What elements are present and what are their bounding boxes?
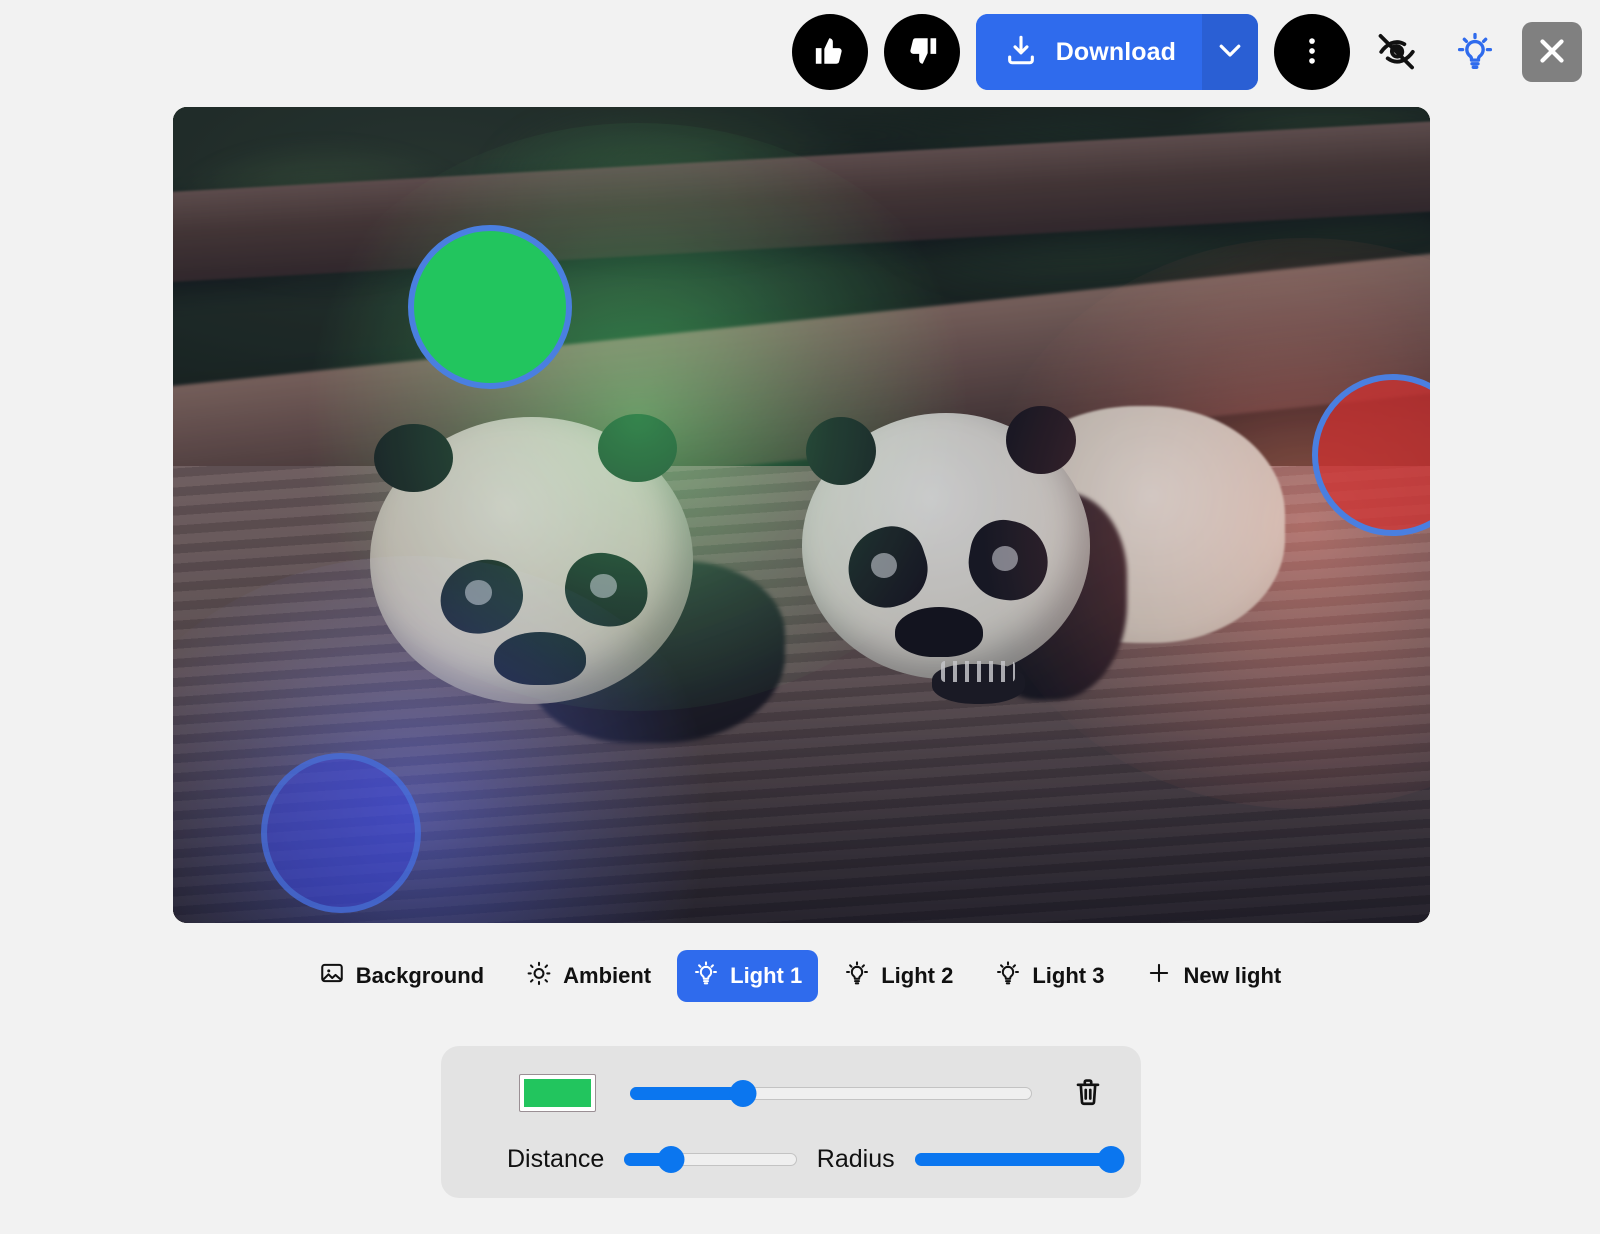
tab-label: Light 3 [1032, 963, 1104, 989]
close-icon [1533, 32, 1571, 73]
light-settings-panel: Distance Radius [441, 1046, 1141, 1198]
distance-slider[interactable] [624, 1147, 797, 1171]
distance-label: Distance [507, 1145, 604, 1174]
panda-cub-left [362, 417, 777, 743]
thumbs-up-button[interactable] [792, 14, 868, 90]
top-toolbar: Download [792, 14, 1582, 90]
more-options-button[interactable] [1274, 14, 1350, 90]
more-vertical-icon [1295, 34, 1329, 71]
eye-off-icon [1376, 30, 1418, 75]
chevron-down-icon [1215, 35, 1245, 70]
light-bulb-icon [1454, 30, 1496, 75]
relight-canvas[interactable] [173, 107, 1430, 923]
light-bulb-icon [693, 960, 719, 992]
radius-slider[interactable] [915, 1147, 1111, 1171]
tab-light-2[interactable]: Light 2 [828, 950, 969, 1002]
download-button-group[interactable]: Download [976, 14, 1258, 90]
download-options-button[interactable] [1202, 14, 1258, 90]
tab-ambient[interactable]: Ambient [510, 950, 667, 1002]
panda-cub-right [802, 384, 1267, 743]
lighting-tool-button[interactable] [1444, 21, 1506, 83]
thumbs-up-icon [813, 34, 847, 71]
trash-icon [1072, 1075, 1104, 1112]
thumbs-down-button[interactable] [884, 14, 960, 90]
radius-label: Radius [817, 1145, 895, 1174]
download-label: Download [1056, 38, 1176, 67]
download-button[interactable]: Download [976, 14, 1202, 90]
light-handle-3[interactable] [261, 753, 421, 913]
light-handle-1[interactable] [408, 225, 572, 389]
tab-light-1[interactable]: Light 1 [677, 950, 818, 1002]
tab-label: New light [1183, 963, 1281, 989]
tab-label: Light 2 [881, 963, 953, 989]
delete-light-button[interactable] [1066, 1070, 1111, 1116]
intensity-slider[interactable] [630, 1081, 1031, 1105]
add-new-light-button[interactable]: New light [1130, 950, 1297, 1002]
image-icon [319, 960, 345, 992]
light-color-picker[interactable] [519, 1074, 596, 1112]
tab-background[interactable]: Background [303, 950, 500, 1002]
close-button[interactable] [1522, 22, 1582, 82]
tab-label: Ambient [563, 963, 651, 989]
tab-light-3[interactable]: Light 3 [979, 950, 1120, 1002]
download-icon [1004, 33, 1038, 72]
light-tab-bar: Background Ambient Light 1 Light 2 Light… [0, 950, 1600, 1002]
light-bulb-icon [995, 960, 1021, 992]
tab-label: Background [356, 963, 484, 989]
thumbs-down-icon [905, 34, 939, 71]
light-bulb-icon [844, 960, 870, 992]
plus-icon [1146, 960, 1172, 992]
toggle-visibility-button[interactable] [1366, 21, 1428, 83]
sun-icon [526, 960, 552, 992]
tab-label: Light 1 [730, 963, 802, 989]
